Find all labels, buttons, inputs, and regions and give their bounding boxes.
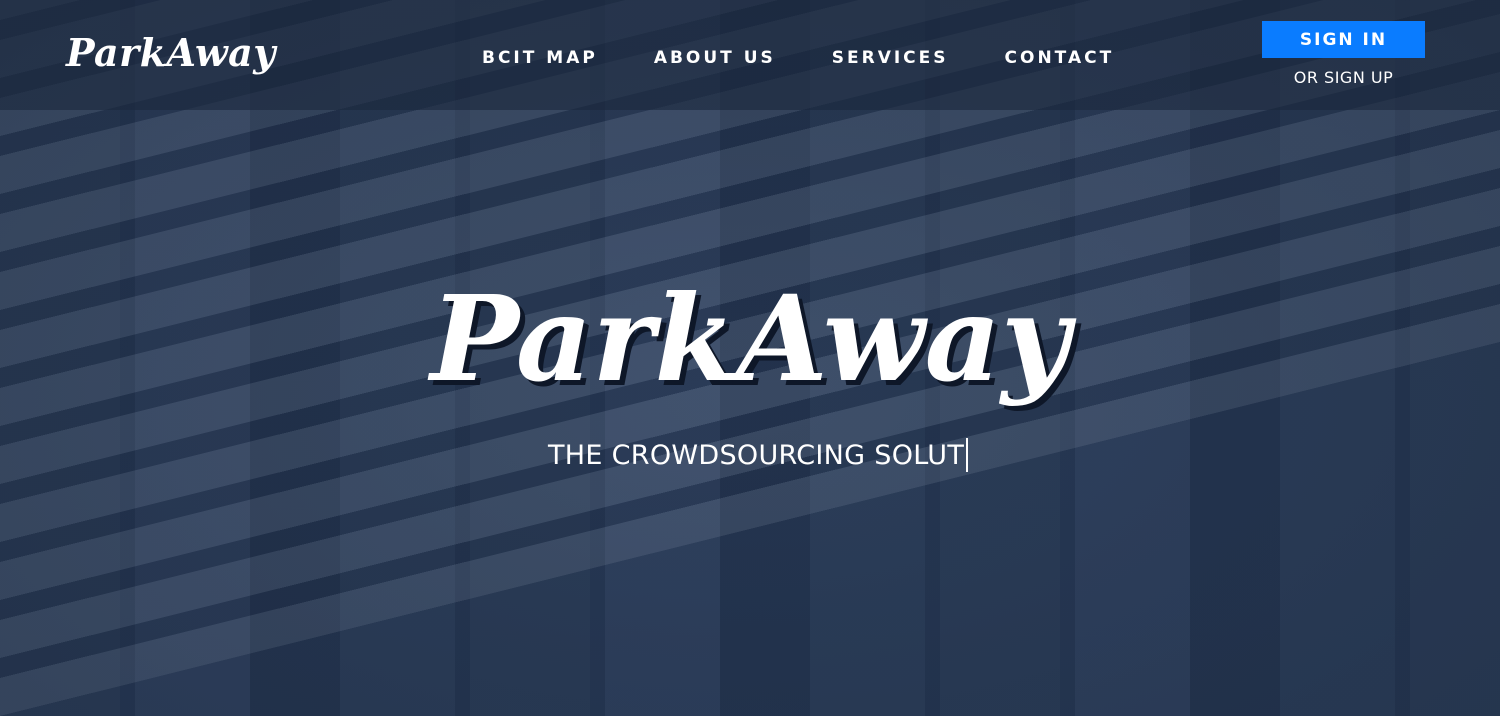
nav-link-bcit-map[interactable]: BCIT MAP	[482, 48, 598, 68]
nav-link-about-us[interactable]: ABOUT US	[654, 48, 776, 68]
nav-link-services[interactable]: SERVICES	[832, 48, 949, 68]
sign-in-button[interactable]: SIGN IN	[1262, 21, 1425, 58]
hero-title: ParkAway	[430, 269, 1070, 408]
top-navbar: ParkAway BCIT MAP ABOUT US SERVICES CONT…	[0, 0, 1500, 110]
typing-cursor	[966, 438, 969, 472]
brand-logo[interactable]: ParkAway	[66, 30, 276, 75]
sign-up-link[interactable]: OR SIGN UP	[1262, 68, 1425, 87]
hero-tagline-container: THE CROWDSOURCING SOLUT	[548, 438, 969, 472]
hero-tagline: THE CROWDSOURCING SOLUT	[548, 439, 965, 471]
nav-link-contact[interactable]: CONTACT	[1005, 48, 1115, 68]
main-nav: BCIT MAP ABOUT US SERVICES CONTACT	[482, 48, 1170, 68]
